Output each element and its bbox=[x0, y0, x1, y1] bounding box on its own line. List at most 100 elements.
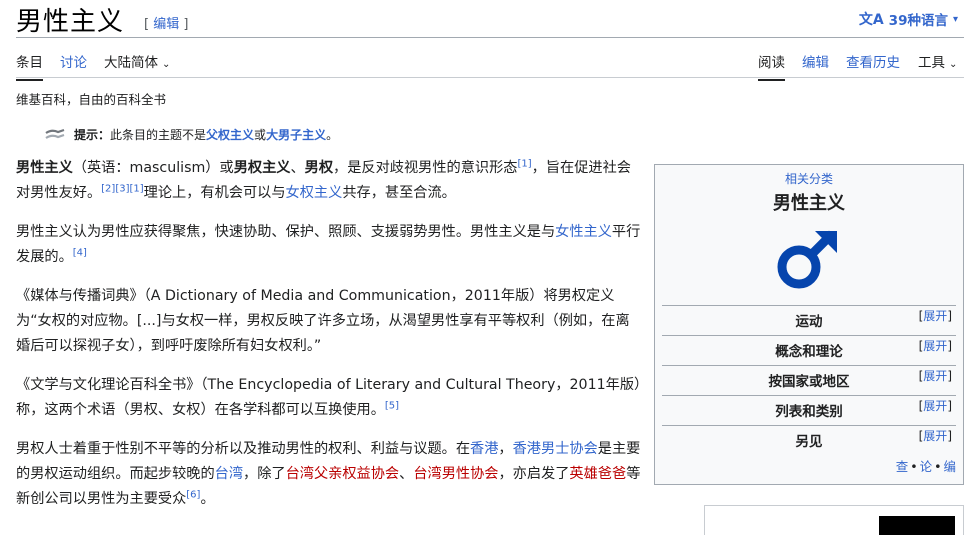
infobox-row[interactable]: 另见 [展开] bbox=[662, 425, 956, 455]
article-body: 男性主义（英语：masculism）或男权主义、男权，是反对歧视男性的意识形态[… bbox=[16, 156, 642, 526]
expand-toggle[interactable]: [展开] bbox=[919, 397, 952, 414]
expand-toggle[interactable]: [展开] bbox=[919, 337, 952, 354]
infobox-row[interactable]: 概念和理论 [展开] bbox=[662, 335, 956, 365]
term-bold: 男性主义 bbox=[16, 160, 73, 176]
infobox-row[interactable]: 运动 [展开] bbox=[662, 305, 956, 335]
hatnote-link-machismo[interactable]: 大男子主义 bbox=[266, 126, 326, 143]
text: 男权人士着重于性别不平等的分析以及推动男性的权利、利益与议题。在 bbox=[16, 441, 471, 457]
expand-toggle[interactable]: [展开] bbox=[919, 307, 952, 324]
expand-link[interactable]: 展开 bbox=[923, 429, 947, 443]
row-label: 运动 bbox=[795, 314, 823, 330]
redlink-taiwan-men[interactable]: 台湾男性协会 bbox=[413, 466, 498, 482]
text: 理论上，有机会可以与 bbox=[143, 185, 286, 201]
link-taiwan[interactable]: 台湾 bbox=[215, 466, 243, 482]
thumbnail-image[interactable] bbox=[879, 516, 955, 535]
tab-talk[interactable]: 讨论 bbox=[60, 51, 87, 71]
disambiguation-icon bbox=[45, 128, 65, 139]
navbox-footer: 查 • 论 • 编 bbox=[896, 456, 956, 475]
tools-label: 工具 bbox=[918, 55, 945, 71]
infobox-series-link[interactable]: 相关分类 bbox=[655, 170, 963, 187]
tab-history[interactable]: 查看历史 bbox=[846, 51, 900, 71]
chevron-down-icon: ▾ bbox=[952, 13, 958, 25]
tools-dropdown[interactable]: 工具 ⌄ bbox=[918, 51, 957, 71]
text: 《文学与文化理论百科全书》（The Encyclopedia of Litera… bbox=[16, 377, 642, 418]
link-feminism[interactable]: 女权主义 bbox=[286, 185, 343, 201]
text: 、 bbox=[290, 160, 305, 176]
tab-read[interactable]: 阅读 bbox=[758, 51, 785, 81]
hatnote-label: 提示： bbox=[74, 128, 111, 142]
expand-link[interactable]: 展开 bbox=[923, 399, 947, 413]
separator-dot: • bbox=[934, 459, 942, 474]
page-title: 男性主义 bbox=[16, 7, 125, 37]
term-bold: 男权 bbox=[304, 160, 334, 176]
navbox-talk-link[interactable]: 论 bbox=[920, 459, 933, 474]
reference-1b[interactable]: [1] bbox=[129, 183, 143, 194]
expand-link[interactable]: 展开 bbox=[923, 369, 947, 383]
redlink-hero-dad[interactable]: 英雄爸爸 bbox=[569, 466, 626, 482]
paragraph-5: 男权人士着重于性别不平等的分析以及推动男性的权利、利益与议题。在香港，香港男士协… bbox=[16, 437, 642, 512]
variant-dropdown[interactable]: 大陆简体 ⌄ bbox=[104, 51, 170, 71]
infobox-row[interactable]: 按国家或地区 [展开] bbox=[662, 365, 956, 395]
navbox-view-link[interactable]: 查 bbox=[896, 459, 909, 474]
text: 男性主义认为男性应获得聚焦，快速协助、保护、照顾、支援弱势男性。男性主义是与 bbox=[16, 224, 556, 240]
chevron-down-icon: ⌄ bbox=[949, 59, 958, 70]
text: ，除了 bbox=[243, 466, 286, 482]
expand-toggle[interactable]: [展开] bbox=[919, 427, 952, 444]
page-tabs: 条目 讨论 大陆简体 ⌄ 阅读 编辑 查看历史 工具 ⌄ bbox=[16, 38, 964, 81]
language-count: 39种语言 bbox=[888, 13, 948, 29]
reference-5[interactable]: [5] bbox=[385, 400, 399, 411]
hatnote-link-patriarchy[interactable]: 父权主义 bbox=[206, 126, 254, 143]
term-bold: 男权主义 bbox=[233, 160, 291, 176]
paragraph-3: 《媒体与传播词典》（A Dictionary of Media and Comm… bbox=[16, 284, 642, 359]
reference-2[interactable]: [2] bbox=[101, 183, 115, 194]
paragraph-4: 《文学与文化理论百科全书》（The Encyclopedia of Litera… bbox=[16, 373, 642, 423]
text: 《媒体与传播词典》（A Dictionary of Media and Comm… bbox=[16, 288, 630, 354]
infobox-rows: 运动 [展开] 概念和理论 [展开] 按国家或地区 [展开] 列表和类别 [展开… bbox=[662, 305, 956, 455]
title-edit-section: [ 编辑 ] bbox=[144, 17, 189, 32]
expand-toggle[interactable]: [展开] bbox=[919, 367, 952, 384]
reference-3[interactable]: [3] bbox=[115, 183, 129, 194]
paragraph-1: 男性主义（英语：masculism）或男权主义、男权，是反对歧视男性的意识形态[… bbox=[16, 156, 642, 206]
tab-article[interactable]: 条目 bbox=[16, 51, 43, 81]
reference-1[interactable]: [1] bbox=[518, 158, 532, 169]
row-label: 按国家或地区 bbox=[768, 374, 850, 390]
redlink-taiwan-fathers[interactable]: 台湾父亲权益协会 bbox=[286, 466, 400, 482]
chevron-down-icon: ⌄ bbox=[162, 59, 171, 70]
text: 。 bbox=[200, 491, 215, 507]
text: （英语：masculism）或 bbox=[72, 160, 234, 176]
language-button[interactable]: 文A 39种语言 ▾ bbox=[859, 9, 958, 29]
sidebar-infobox: 相关分类 男性主义 运动 [展开] 概念和理论 [展开] 按国家或地区 [展开]… bbox=[654, 164, 964, 485]
row-label: 另见 bbox=[795, 434, 823, 450]
link-feminism-2[interactable]: 女性主义 bbox=[555, 224, 612, 240]
link-hk-mens-association[interactable]: 香港男士协会 bbox=[513, 441, 598, 457]
title-edit-link[interactable]: 编辑 bbox=[153, 17, 179, 32]
text: 、 bbox=[399, 466, 414, 482]
infobox-row[interactable]: 列表和类别 [展开] bbox=[662, 395, 956, 425]
navbox-edit-link[interactable]: 编 bbox=[943, 459, 956, 474]
paragraph-2: 男性主义认为男性应获得聚焦，快速协助、保护、照顾、支援弱势男性。男性主义是与女性… bbox=[16, 220, 642, 270]
text: 共存，甚至合流。 bbox=[342, 185, 456, 201]
reference-4[interactable]: [4] bbox=[73, 247, 87, 258]
male-symbol-icon bbox=[777, 230, 837, 289]
row-label: 列表和类别 bbox=[775, 404, 843, 420]
text: ， bbox=[498, 441, 513, 457]
variant-label: 大陆简体 bbox=[104, 55, 158, 71]
hatnote: 提示： 此条目的主题不是 父权主义 或 大男子主义 。 bbox=[44, 126, 338, 143]
tab-edit[interactable]: 编辑 bbox=[802, 51, 829, 71]
thumbnail-frame bbox=[704, 505, 964, 535]
link-hong-kong[interactable]: 香港 bbox=[470, 441, 498, 457]
translate-icon: 文A bbox=[858, 12, 884, 28]
row-label: 概念和理论 bbox=[775, 344, 843, 360]
expand-link[interactable]: 展开 bbox=[923, 339, 947, 353]
title-bar: 男性主义 [ 编辑 ] 文A 39种语言 ▾ bbox=[16, 0, 964, 38]
expand-link[interactable]: 展开 bbox=[923, 309, 947, 323]
hatnote-text: 此条目的主题不是 bbox=[110, 128, 207, 142]
hatnote-text-or: 或 bbox=[254, 128, 267, 142]
hatnote-end: 。 bbox=[326, 128, 339, 142]
separator-dot: • bbox=[910, 459, 918, 474]
site-tagline: 维基百科，自由的百科全书 bbox=[16, 92, 167, 107]
reference-6[interactable]: [6] bbox=[186, 489, 200, 500]
text: ，亦启发了 bbox=[498, 466, 570, 482]
text: ，是反对歧视男性的意识形态 bbox=[333, 160, 518, 176]
infobox-title: 男性主义 bbox=[773, 193, 845, 214]
